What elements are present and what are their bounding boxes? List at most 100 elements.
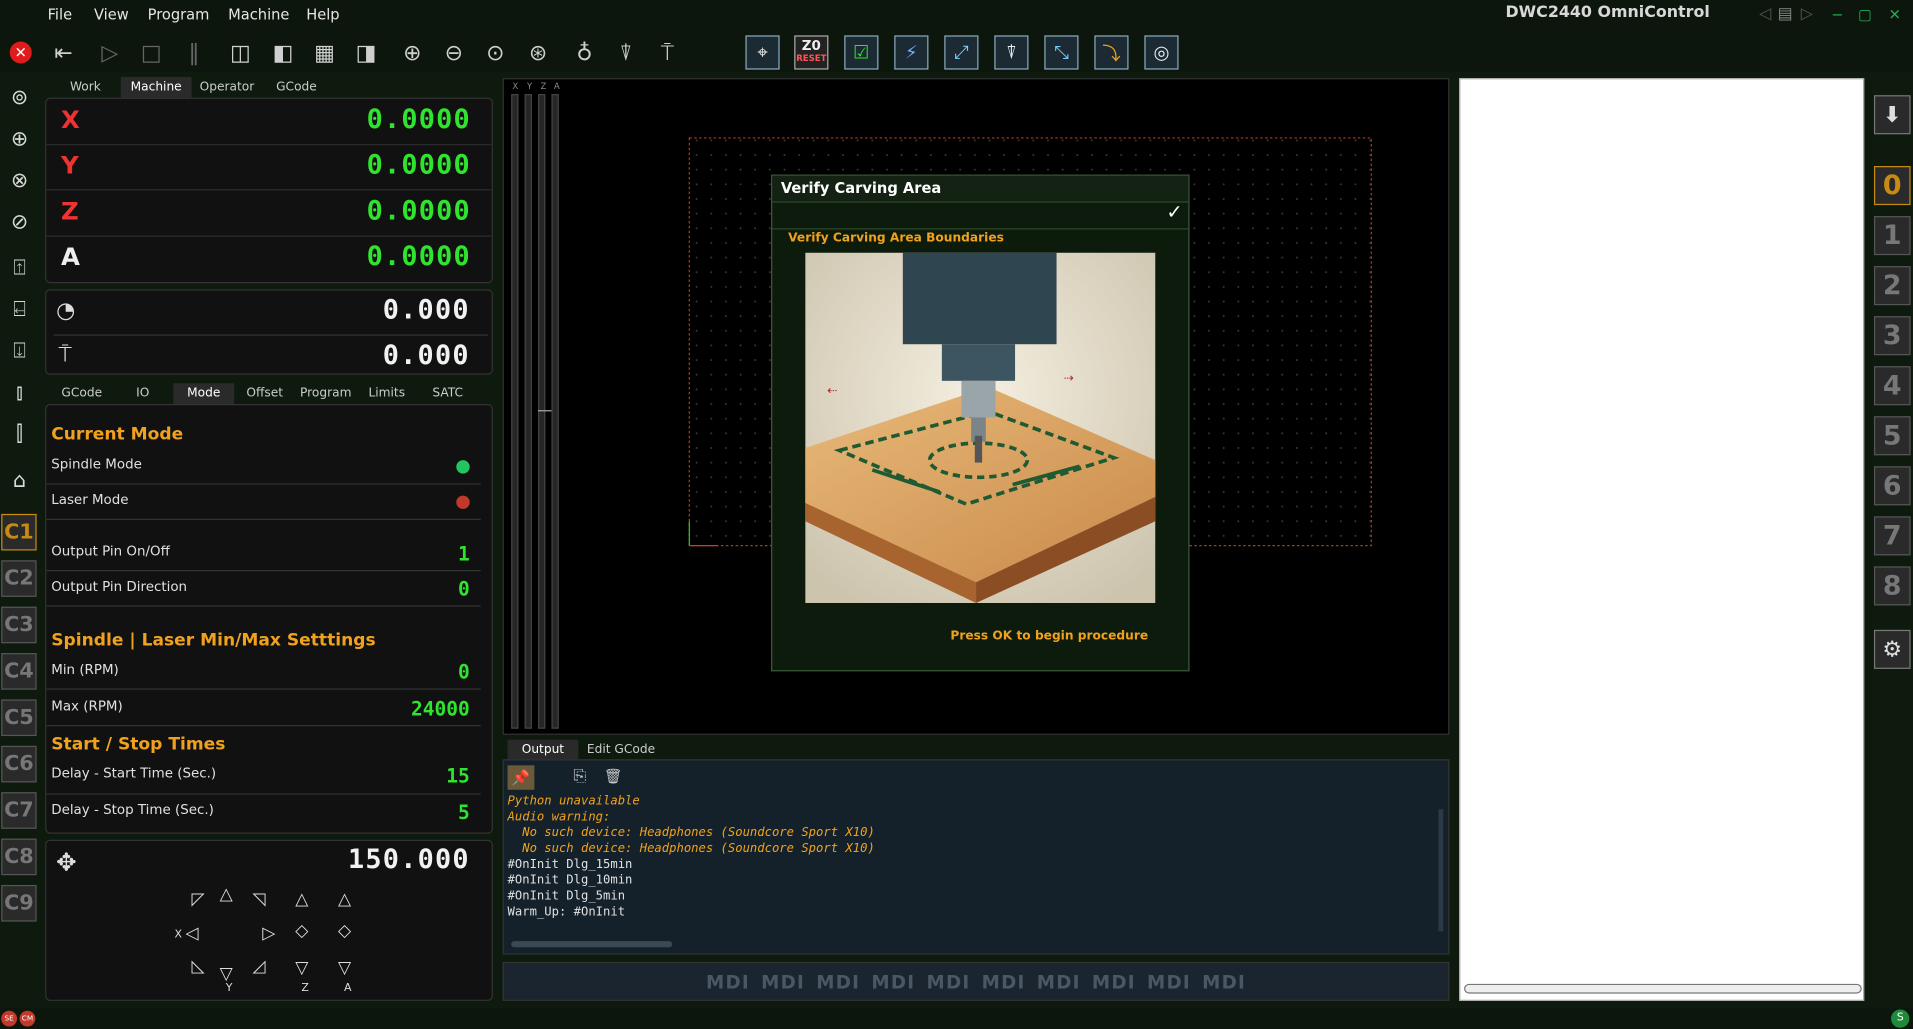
- bit-icon[interactable]: ⍒: [609, 35, 643, 69]
- z0-reset-button[interactable]: Z0 RESET: [794, 35, 829, 70]
- tool-length-icon[interactable]: ⫾: [5, 378, 34, 407]
- tab-machine[interactable]: Machine: [120, 76, 192, 98]
- home-icon[interactable]: ⌂: [5, 466, 34, 495]
- work-offset-5-button[interactable]: 5: [1873, 416, 1911, 456]
- c5-button[interactable]: C5: [1, 699, 37, 737]
- c7-button[interactable]: C7: [1, 792, 37, 829]
- menu-help[interactable]: Help: [306, 6, 339, 23]
- tab-work[interactable]: Work: [50, 77, 121, 98]
- probe-xy-icon[interactable]: ⍇: [5, 295, 34, 324]
- jog-down-right-icon[interactable]: ◿: [253, 957, 266, 977]
- jog-up-left-icon[interactable]: ◸: [192, 890, 205, 910]
- view-side-icon[interactable]: ◨: [349, 35, 383, 69]
- check-area-icon[interactable]: ☑: [844, 35, 879, 70]
- laser-icon[interactable]: ⚡: [894, 35, 929, 70]
- jog-x-plus-icon[interactable]: ▷: [262, 924, 275, 944]
- min-rpm-value[interactable]: 0: [458, 660, 470, 683]
- g30-icon[interactable]: ⊘: [5, 208, 34, 237]
- jog-z-minus-icon[interactable]: ▽: [295, 958, 308, 978]
- jog-step-value[interactable]: 150.000: [348, 845, 470, 876]
- goto-xy-icon[interactable]: ⊕: [5, 125, 34, 154]
- jog-up-right-icon[interactable]: ◹: [253, 890, 266, 910]
- zoom-in-icon[interactable]: ⊕: [395, 35, 429, 69]
- work-offset-1-button[interactable]: 1: [1873, 216, 1911, 256]
- work-offset-2-button[interactable]: 2: [1873, 266, 1911, 306]
- pause-icon[interactable]: ‖: [177, 35, 211, 69]
- settings-gear-icon[interactable]: ⚙: [1873, 629, 1911, 669]
- work-offset-7-button[interactable]: 7: [1873, 516, 1911, 556]
- copy-icon[interactable]: ⎘: [573, 768, 586, 786]
- dro-row-a[interactable]: A 0.0000: [46, 236, 493, 282]
- tool-setter-icon[interactable]: ⫿: [5, 420, 34, 449]
- jog-y-plus-icon[interactable]: △: [220, 885, 233, 905]
- tab-program[interactable]: Program: [295, 383, 356, 404]
- jog-z-plus-icon[interactable]: △: [295, 890, 308, 910]
- preview-hscrollbar[interactable]: [1464, 983, 1862, 994]
- c8-button[interactable]: C8: [1, 838, 37, 876]
- home-target-icon[interactable]: ⊚: [5, 83, 34, 112]
- load-file-icon[interactable]: ⬇: [1873, 95, 1911, 135]
- settings-circle-icon[interactable]: ◎: [1144, 35, 1179, 70]
- jog-a-step-icon[interactable]: ◇: [338, 922, 351, 942]
- axis-zero-icon[interactable]: ⌖: [745, 35, 780, 70]
- work-offset-4-button[interactable]: 4: [1873, 366, 1911, 406]
- jog-a-plus-icon[interactable]: △: [338, 890, 351, 910]
- zoom-extents-icon[interactable]: ⊛: [521, 35, 555, 69]
- spindle-warmup-icon[interactable]: ⍒: [994, 35, 1029, 70]
- work-offset-8-button[interactable]: 8: [1873, 566, 1911, 606]
- dro-row-z[interactable]: Z 0.0000: [46, 190, 493, 237]
- view-top-icon[interactable]: ◫: [223, 35, 257, 69]
- work-offset-6-button[interactable]: 6: [1873, 466, 1911, 506]
- tool-icon[interactable]: ⍑: [650, 35, 684, 69]
- window-menu-icon[interactable]: ▤: [1778, 5, 1793, 23]
- view-front-icon[interactable]: ◧: [266, 35, 300, 69]
- menu-view[interactable]: View: [94, 6, 129, 23]
- menu-program[interactable]: Program: [148, 6, 210, 23]
- tab-operator[interactable]: Operator: [192, 77, 263, 98]
- jog-y-minus-icon[interactable]: ▽: [220, 964, 233, 984]
- tab-mode[interactable]: Mode: [173, 383, 235, 405]
- probe-icon[interactable]: ♁: [567, 35, 601, 69]
- jog-x-minus-icon[interactable]: ◁: [185, 924, 198, 944]
- probe-a-icon[interactable]: ⍐: [5, 254, 34, 283]
- tab-edit-gcode[interactable]: Edit GCode: [578, 740, 663, 761]
- tab-io[interactable]: IO: [113, 383, 172, 404]
- window-forward-icon[interactable]: ▷: [1801, 5, 1813, 23]
- c9-button[interactable]: C9: [1, 884, 37, 922]
- zoom-fit-icon[interactable]: ⊙: [478, 35, 512, 69]
- menu-file[interactable]: File: [48, 6, 73, 23]
- c2-button[interactable]: C2: [1, 560, 37, 597]
- tab-satc[interactable]: SATC: [417, 383, 478, 404]
- c3-button[interactable]: C3: [1, 606, 37, 644]
- work-offset-3-button[interactable]: 3: [1873, 316, 1911, 356]
- clear-icon[interactable]: 🗑: [604, 768, 623, 785]
- park-icon[interactable]: ⤵: [1094, 35, 1129, 70]
- status-connection-icon[interactable]: S: [1891, 1009, 1910, 1028]
- laser-mode-led[interactable]: [456, 495, 470, 510]
- spindle-mode-led[interactable]: [456, 460, 470, 474]
- menu-machine[interactable]: Machine: [228, 6, 289, 23]
- pin-icon[interactable]: 📌: [507, 765, 535, 790]
- jog-down-left-icon[interactable]: ◺: [192, 957, 205, 977]
- c4-button[interactable]: C4: [1, 653, 37, 690]
- probe-z-icon[interactable]: ⍗: [5, 337, 34, 366]
- c6-button[interactable]: C6: [1, 745, 37, 783]
- maximize-icon[interactable]: ▢: [1858, 6, 1872, 23]
- jog-a-minus-icon[interactable]: ▽: [338, 958, 351, 978]
- view-iso-icon[interactable]: ▦: [307, 35, 341, 69]
- dro-row-y[interactable]: Y 0.0000: [46, 144, 493, 191]
- zoom-out-icon[interactable]: ⊖: [437, 35, 471, 69]
- work-offset-0-button[interactable]: 0: [1873, 166, 1911, 206]
- jog-z-step-icon[interactable]: ◇: [295, 922, 308, 942]
- estop-button[interactable]: ✕: [4, 35, 38, 69]
- tab-offset[interactable]: Offset: [234, 383, 295, 404]
- move-xy-icon[interactable]: ⤢: [944, 35, 979, 70]
- close-window-icon[interactable]: ✕: [1889, 6, 1901, 23]
- right-preview-panel[interactable]: [1459, 78, 1865, 1001]
- move-diagonal-icon[interactable]: ⤡: [1044, 35, 1079, 70]
- tab-gcode-mode[interactable]: GCode: [50, 383, 113, 404]
- minimize-icon[interactable]: −: [1831, 6, 1843, 23]
- g28-icon[interactable]: ⊗: [5, 166, 34, 195]
- output-dir-value[interactable]: 0: [458, 577, 470, 600]
- tab-limits[interactable]: Limits: [356, 383, 417, 404]
